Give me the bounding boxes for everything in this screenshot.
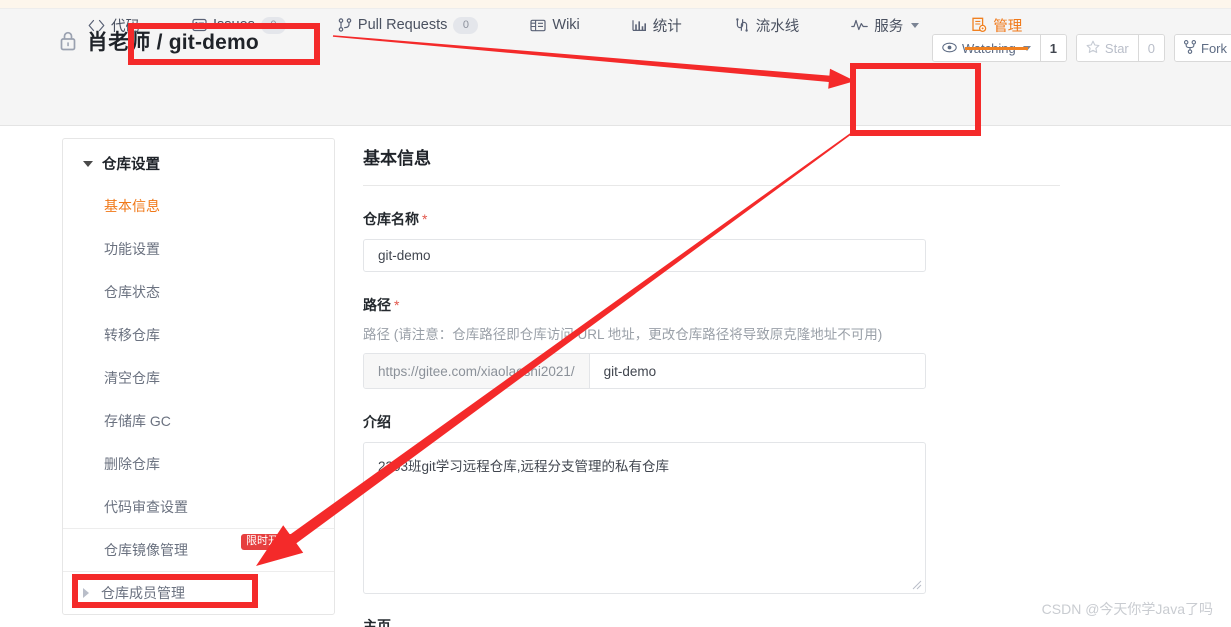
nav-tab-label: 服务 — [874, 18, 904, 35]
sidebar-item-label: 清空仓库 — [104, 369, 160, 386]
homepage-label: 主页 — [363, 618, 391, 627]
nav-tab-管理[interactable]: 管理 — [945, 0, 1048, 50]
nav-tab-label: Wiki — [552, 17, 580, 33]
fork-button-group[interactable]: Fork — [1174, 34, 1231, 62]
chart-icon — [632, 19, 647, 32]
nav-tab-issues[interactable]: Issues 0 — [166, 0, 312, 50]
issue-icon — [192, 18, 207, 32]
repo-nav-bar — [0, 75, 1231, 126]
fork-icon — [1183, 39, 1197, 57]
manage-icon — [971, 17, 987, 33]
triangle-down-icon — [83, 160, 93, 167]
star-label: Star — [1104, 40, 1129, 56]
fork-label: Fork — [1201, 40, 1227, 56]
sidebar-item-4[interactable]: 清空仓库 — [63, 356, 334, 399]
active-tab-underline — [965, 47, 1029, 50]
repo-nav-tabs: 代码 Issues 0 Pull Requests 0 Wiki 统计 流水线 服务 管理 — [62, 0, 1048, 50]
intro-textarea[interactable]: 2303班git学习远程仓库,远程分支管理的私有仓库 — [363, 442, 926, 594]
nav-tab-统计[interactable]: 统计 — [606, 0, 708, 50]
sidebar-group-header[interactable]: 仓库设置 — [63, 139, 334, 184]
nav-tab-服务[interactable]: 服务 — [825, 0, 945, 50]
sidebar-item-1[interactable]: 功能设置 — [63, 227, 334, 270]
path-hint: 路径 (请注意：仓库路径即仓库访问 URL 地址，更改仓库路径将导致原克隆地址不… — [363, 327, 883, 342]
content-heading: 基本信息 — [363, 149, 431, 168]
path-label: 路径 * — [363, 295, 1063, 315]
sidebar-item-label: 仓库状态 — [104, 283, 160, 300]
fork-button[interactable]: Fork — [1175, 35, 1231, 61]
sidebar-item-label: 代码审查设置 — [104, 498, 188, 515]
repo-name-label: 仓库名称 * — [363, 209, 1063, 229]
sidebar-item-label: 删除仓库 — [104, 455, 160, 472]
csdn-watermark: CSDN @今天你学Java了吗 — [1041, 601, 1213, 617]
nav-tab-label: Issues — [213, 17, 255, 33]
sidebar-item-label: 存储库 GC — [104, 412, 171, 429]
code-icon — [88, 19, 105, 32]
pr-icon — [338, 18, 352, 32]
nav-tab-label: 统计 — [652, 18, 682, 35]
nav-tab-badge: 0 — [260, 16, 286, 34]
page-root: 肖老师 / git-demo Watching 1 — [0, 0, 1231, 627]
star-icon — [1086, 40, 1100, 57]
sidebar-group-label: 仓库设置 — [102, 157, 160, 173]
intro-label: 介绍 — [363, 414, 391, 430]
triangle-right-icon — [83, 588, 89, 598]
sidebar-item-5[interactable]: 存储库 GC — [63, 399, 334, 442]
nav-tab-label: 代码 — [111, 18, 140, 35]
nav-tab-label: 流水线 — [755, 18, 800, 35]
sidebar-item-8[interactable]: 仓库镜像管理 限时开放 — [63, 528, 334, 571]
sidebar-item-0[interactable]: 基本信息 — [63, 184, 334, 227]
nav-tab-wiki[interactable]: Wiki — [504, 0, 605, 50]
wiki-icon — [530, 19, 546, 32]
sidebar-item-label: 转移仓库 — [104, 326, 160, 343]
star-button[interactable]: Star — [1076, 35, 1138, 61]
sidebar-item-6[interactable]: 删除仓库 — [63, 442, 334, 485]
sidebar-item-3[interactable]: 转移仓库 — [63, 313, 334, 356]
nav-tab-label: Pull Requests — [357, 17, 448, 33]
nav-tab-badge: 0 — [453, 16, 479, 34]
path-label-text: 路径 — [363, 297, 391, 313]
sidebar-item-9[interactable]: 仓库成员管理 — [63, 571, 334, 614]
sidebar-item-label: 仓库成员管理 — [101, 585, 185, 601]
nav-tab-流水线[interactable]: 流水线 — [708, 0, 826, 50]
required-asterisk: * — [394, 297, 400, 313]
path-input-group[interactable]: https://gitee.com/xiaolaoshi2021/ git-de… — [363, 353, 926, 389]
content-heading-divider — [363, 185, 1060, 186]
sidebar-item-list: 基本信息 功能设置 仓库状态 转移仓库 清空仓库 存储库 GC 删除仓库 代码审查设置 仓库镜像… — [63, 184, 334, 614]
settings-content: 基本信息 仓库名称 * git-demo 路径 * 路径 (请注意：仓库路径即仓库访… — [363, 138, 1063, 627]
path-prefix: https://gitee.com/xiaolaoshi2021/ — [364, 354, 590, 388]
pipe-icon — [734, 18, 750, 32]
sidebar-item-2[interactable]: 仓库状态 — [63, 270, 334, 313]
settings-sidebar: 仓库设置 基本信息功能设置仓库状态转移仓库清空仓库存储库 GC 删除仓库代码审查设… — [62, 138, 335, 615]
service-icon — [851, 19, 869, 31]
nav-tab-pull-requests[interactable]: Pull Requests 0 — [312, 0, 504, 50]
required-asterisk: * — [422, 211, 428, 227]
path-input[interactable]: git-demo — [590, 354, 925, 388]
resize-grip-icon[interactable] — [912, 580, 922, 590]
star-count[interactable]: 0 — [1137, 35, 1164, 61]
sidebar-item-label: 基本信息 — [104, 197, 160, 214]
repo-name-input[interactable]: git-demo — [363, 239, 926, 272]
nav-tab-label: 管理 — [993, 18, 1023, 35]
nav-tab-代码[interactable]: 代码 — [62, 0, 166, 50]
sidebar-item-badge: 限时开放 — [241, 534, 295, 550]
sidebar-item-7[interactable]: 代码审查设置 — [63, 485, 334, 528]
intro-value: 2303班git学习远程仓库,远程分支管理的私有仓库 — [378, 459, 670, 474]
repo-name-value: git-demo — [378, 248, 431, 263]
chevron-down-icon — [911, 22, 920, 28]
repo-name-label-text: 仓库名称 — [363, 211, 419, 227]
star-button-group[interactable]: Star 0 — [1075, 34, 1165, 62]
sidebar-item-label: 功能设置 — [104, 240, 160, 257]
sidebar-item-label: 仓库镜像管理 — [104, 542, 188, 558]
